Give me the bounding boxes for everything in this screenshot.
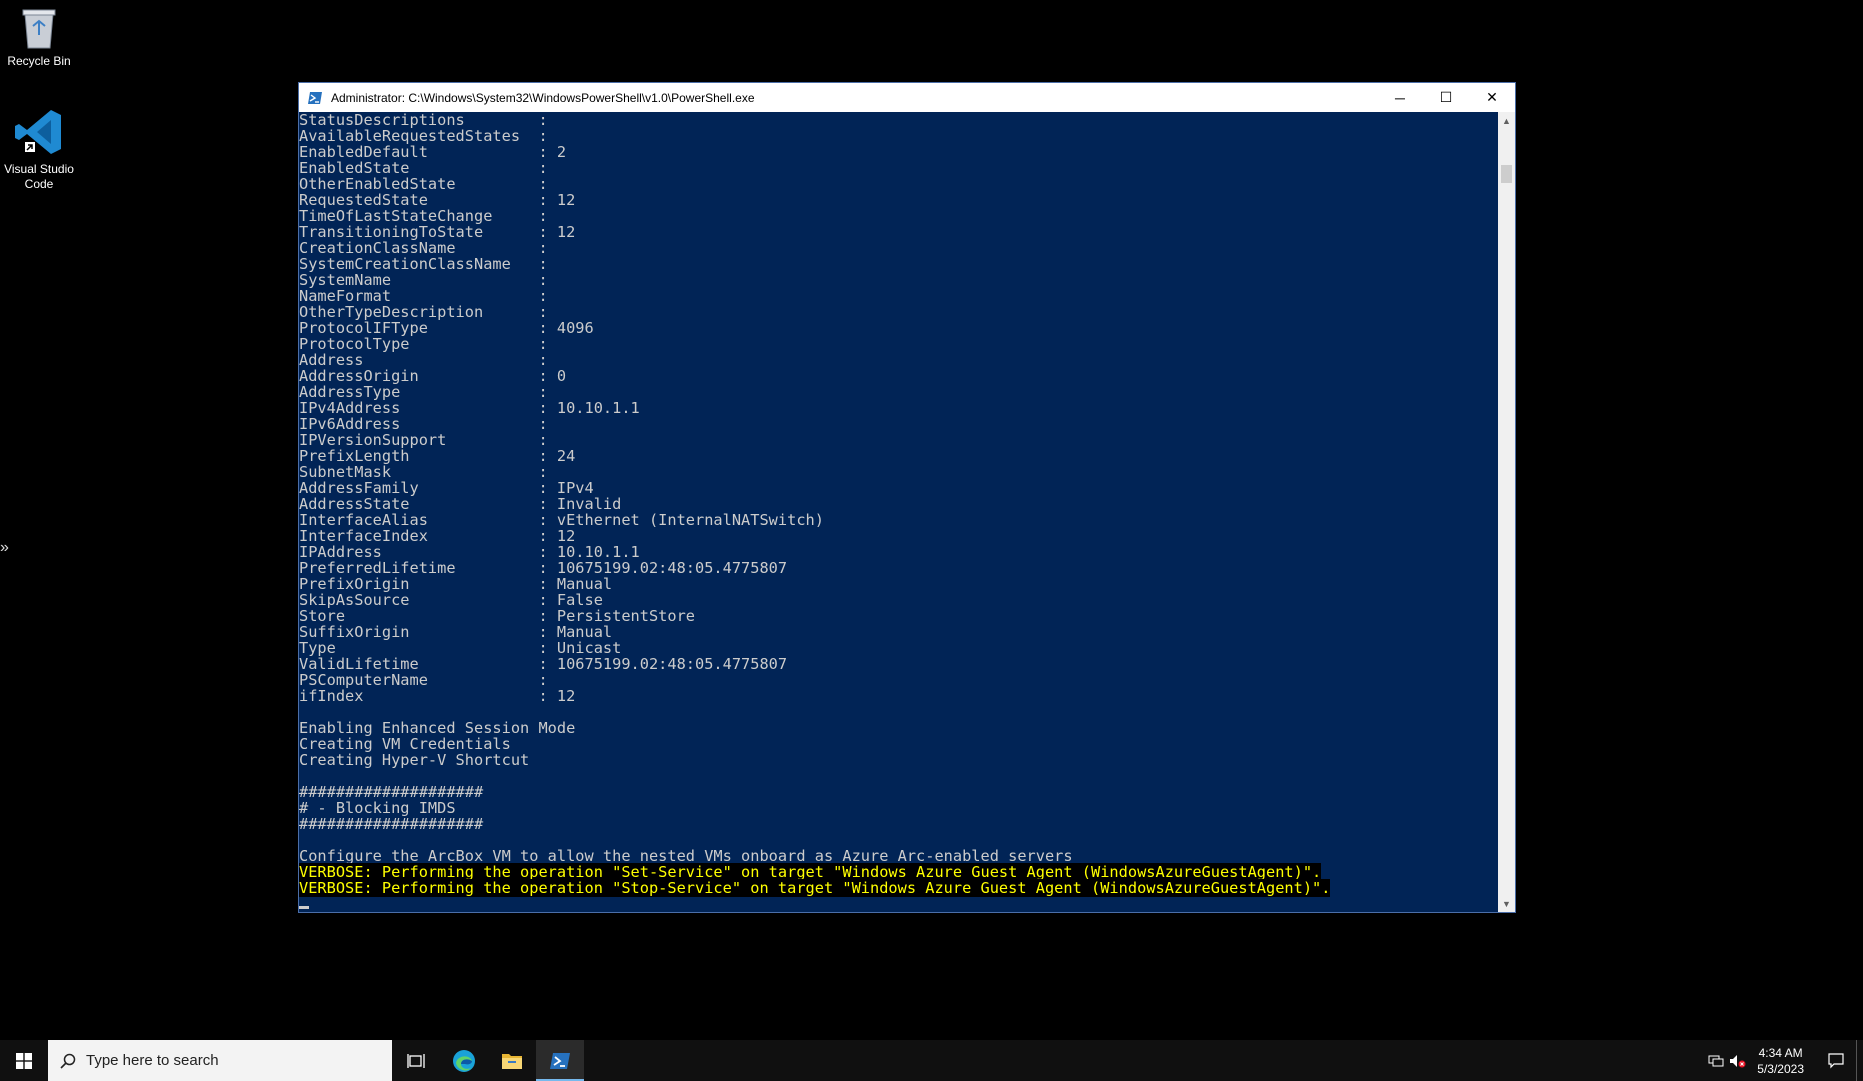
minimize-button[interactable]: ─: [1377, 83, 1423, 112]
console-area[interactable]: StatusDescriptions : AvailableRequestedS…: [299, 112, 1498, 912]
network-icon[interactable]: [1705, 1040, 1727, 1081]
clock-time: 4:34 AM: [1758, 1045, 1803, 1060]
recycle-bin-icon: [22, 9, 56, 49]
edge-button[interactable]: [440, 1040, 488, 1081]
clock-date: 5/3/2023: [1757, 1061, 1804, 1076]
start-button[interactable]: [0, 1040, 48, 1081]
powershell-icon: [550, 1052, 570, 1069]
verbose-line: VERBOSE: Performing the operation "Stop-…: [299, 879, 1331, 897]
powershell-title-icon: [308, 91, 322, 104]
clock[interactable]: 4:34 AM 5/3/2023: [1757, 1045, 1804, 1077]
vscode-icon: [15, 110, 61, 154]
task-view-icon: [407, 1053, 425, 1068]
search-icon: [60, 1053, 76, 1069]
window-title: Administrator: C:\Windows\System32\Windo…: [331, 90, 755, 105]
title-bar[interactable]: Administrator: C:\Windows\System32\Windo…: [299, 83, 1515, 112]
notification-icon: [1828, 1052, 1844, 1068]
powershell-taskbar-button[interactable]: [536, 1040, 584, 1081]
file-explorer-button[interactable]: [488, 1040, 536, 1081]
recycle-bin-label: Recycle Bin: [7, 54, 71, 68]
side-expand-icon[interactable]: »: [0, 540, 9, 556]
windows-logo-icon: [16, 1052, 32, 1069]
show-desktop-button[interactable]: [1856, 1040, 1863, 1081]
system-tray: 4:34 AM 5/3/2023: [1705, 1040, 1863, 1081]
file-explorer-icon: [502, 1053, 522, 1069]
close-button[interactable]: ✕: [1469, 83, 1515, 112]
scroll-down-icon[interactable]: ▼: [1498, 895, 1515, 912]
task-view-button[interactable]: [392, 1040, 440, 1081]
vertical-scrollbar[interactable]: ▲ ▼: [1498, 112, 1515, 912]
taskbar-search[interactable]: Type here to search: [48, 1040, 392, 1081]
powershell-window: Administrator: C:\Windows\System32\Windo…: [298, 82, 1516, 913]
vscode-shortcut[interactable]: Visual Studio Code: [0, 106, 80, 192]
text-cursor: [299, 906, 309, 909]
scroll-up-icon[interactable]: ▲: [1498, 112, 1515, 129]
scroll-thumb[interactable]: [1501, 165, 1512, 183]
search-placeholder: Type here to search: [86, 1052, 219, 1069]
volume-muted-icon[interactable]: [1727, 1040, 1749, 1081]
notification-button[interactable]: [1816, 1040, 1856, 1081]
taskbar: Type here to search 4:34 AM 5/3/2023: [0, 1040, 1863, 1081]
maximize-button[interactable]: ☐: [1423, 83, 1469, 112]
recycle-bin-shortcut[interactable]: Recycle Bin: [0, 6, 80, 69]
edge-icon: [453, 1049, 475, 1072]
console-output: StatusDescriptions : AvailableRequestedS…: [299, 112, 1073, 865]
vscode-label: Visual Studio Code: [4, 162, 74, 191]
